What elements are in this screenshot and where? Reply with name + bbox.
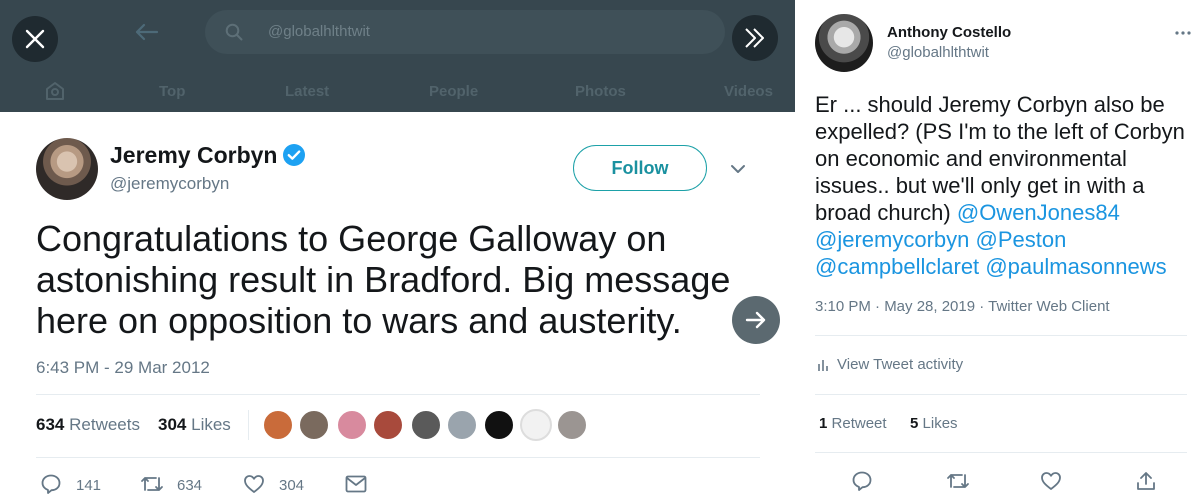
divider	[815, 394, 1187, 395]
search-query: @globalhlthtwit	[268, 23, 370, 40]
tweet-author: Jeremy Corbyn @jeremycorbyn Follow	[36, 138, 776, 202]
more-icon[interactable]	[1175, 30, 1191, 36]
liker-avatar[interactable]	[262, 409, 294, 441]
back-arrow-icon[interactable]	[133, 22, 159, 42]
retweet-label: Retweet	[831, 415, 887, 432]
search-input[interactable]: @globalhlthtwit	[205, 10, 725, 54]
tweet-meta[interactable]: 3:10 PM · May 28, 2019 · Twitter Web Cli…	[815, 298, 1110, 315]
liker-avatar[interactable]	[556, 409, 588, 441]
avatar[interactable]	[36, 138, 98, 200]
side-tweet: Anthony Costello @globalhlthtwit Er ... …	[795, 0, 1200, 503]
follow-button[interactable]: Follow	[573, 145, 707, 191]
retweet-icon[interactable]	[140, 473, 164, 495]
likes-stat[interactable]: 5 Likes	[910, 415, 958, 432]
tweet-timestamp[interactable]: 6:43 PM - 29 Mar 2012	[36, 358, 210, 378]
tweet-text: Congratulations to George Galloway on as…	[36, 218, 731, 341]
retweet-count: 1	[819, 415, 828, 432]
divider	[815, 452, 1187, 453]
author-handle[interactable]: @jeremycorbyn	[110, 174, 229, 194]
liker-avatar[interactable]	[520, 409, 552, 441]
mail-icon[interactable]	[345, 475, 367, 493]
reply-count: 141	[76, 477, 102, 494]
home-icon[interactable]	[44, 80, 66, 102]
liker-avatar[interactable]	[336, 409, 368, 441]
heart-icon[interactable]	[243, 473, 265, 495]
divider	[815, 335, 1187, 336]
liker-avatar[interactable]	[410, 409, 442, 441]
mention-link[interactable]: @Peston	[976, 227, 1067, 252]
analytics-icon	[818, 360, 828, 371]
retweets-label: Retweets	[69, 415, 140, 434]
retweets-stat[interactable]: 1 Retweet	[819, 415, 887, 432]
retweet-count: 634	[177, 477, 203, 494]
mention-link[interactable]: @paulmasonnews	[985, 254, 1166, 279]
search-header: @globalhlthtwit Top Latest People Photos…	[0, 0, 795, 112]
liker-avatar[interactable]	[372, 409, 404, 441]
author-name[interactable]: Anthony Costello	[887, 24, 1011, 41]
next-tweet-button[interactable]	[732, 15, 778, 61]
liker-avatar[interactable]	[446, 409, 478, 441]
share-icon[interactable]	[1135, 470, 1157, 492]
liker-avatar[interactable]	[483, 409, 515, 441]
arrow-right-icon	[745, 311, 766, 329]
tab-videos[interactable]: Videos	[724, 83, 773, 100]
activity-label: View Tweet activity	[837, 356, 964, 373]
next-arrow-button[interactable]	[732, 296, 780, 344]
likes-stat[interactable]: 304 Likes	[158, 415, 231, 435]
mention-link[interactable]: @OwenJones84	[957, 200, 1120, 225]
close-button[interactable]	[12, 16, 58, 62]
likes-count: 5	[910, 415, 919, 432]
mention-link[interactable]: @campbellclaret	[815, 254, 979, 279]
mention-link[interactable]: @jeremycorbyn	[815, 227, 969, 252]
close-icon	[25, 29, 45, 49]
liker-avatar[interactable]	[298, 409, 330, 441]
tab-latest[interactable]: Latest	[285, 83, 329, 100]
retweets-stat[interactable]: 634 Retweets	[36, 415, 140, 435]
author-name[interactable]: Jeremy Corbyn	[110, 142, 277, 169]
tab-people[interactable]: People	[429, 83, 478, 100]
retweet-icon[interactable]	[946, 470, 970, 492]
author-handle[interactable]: @globalhlthtwit	[887, 44, 989, 61]
heart-icon[interactable]	[1040, 470, 1062, 492]
tweet-modal: @globalhlthtwit Top Latest People Photos…	[0, 0, 795, 503]
reply-icon[interactable]	[40, 473, 62, 495]
retweets-count: 634	[36, 415, 65, 434]
double-chevron-right-icon	[745, 28, 764, 48]
divider	[36, 394, 760, 395]
avatar[interactable]	[815, 14, 873, 72]
likes-label: Likes	[191, 415, 231, 434]
stats-separator	[248, 410, 249, 440]
tweet-text: Er ... should Jeremy Corbyn also be expe…	[815, 91, 1200, 280]
likes-count: 304	[158, 415, 187, 434]
divider	[36, 457, 760, 458]
reply-icon[interactable]	[851, 470, 873, 492]
verified-badge-icon	[283, 144, 305, 166]
likes-label: Likes	[922, 415, 958, 432]
chevron-down-icon[interactable]	[730, 164, 746, 174]
tab-top[interactable]: Top	[159, 83, 185, 100]
search-icon	[225, 23, 243, 41]
like-count: 304	[279, 477, 305, 494]
tab-photos[interactable]: Photos	[575, 83, 626, 100]
